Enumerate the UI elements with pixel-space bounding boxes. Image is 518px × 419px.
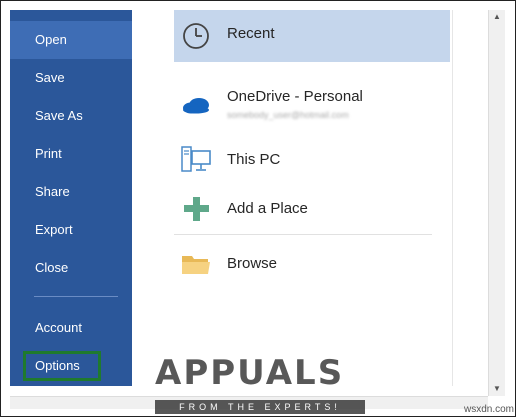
nav-account[interactable]: Account: [10, 309, 132, 347]
place-browse-label: Browse: [227, 255, 278, 272]
nav-share[interactable]: Share: [10, 173, 132, 211]
nav-export[interactable]: Export: [10, 211, 132, 249]
nav-close[interactable]: Close: [10, 249, 132, 287]
options-highlight-box: [23, 351, 101, 381]
clock-icon: [180, 20, 212, 52]
cloud-icon: [180, 88, 212, 120]
computer-icon: [180, 144, 212, 176]
appuals-watermark: APPUALS FROM THE EXPERTS!: [145, 345, 370, 415]
watermark-tagline: FROM THE EXPERTS!: [155, 400, 365, 414]
place-onedrive[interactable]: OneDrive - Personal somebody_user@hotmai…: [174, 80, 450, 130]
scroll-down-icon[interactable]: ▼: [489, 382, 505, 396]
place-add-a-place-label: Add a Place: [227, 200, 308, 217]
places-divider: [174, 234, 432, 235]
place-recent-label: Recent: [227, 25, 275, 42]
nav-print[interactable]: Print: [10, 135, 132, 173]
watermark-brand: APPUALS: [155, 353, 345, 393]
nav-open[interactable]: Open: [10, 21, 132, 59]
sidebar-divider: [34, 296, 118, 297]
scroll-up-icon[interactable]: ▲: [489, 10, 505, 24]
place-this-pc-label: This PC: [227, 151, 281, 168]
nav-save-as[interactable]: Save As: [10, 97, 132, 135]
place-onedrive-label: OneDrive - Personal: [227, 88, 363, 105]
nav-save[interactable]: Save: [10, 59, 132, 97]
recent-documents-strip: [452, 10, 491, 386]
site-label: wsxdn.com: [464, 404, 515, 415]
folder-icon: [180, 248, 212, 280]
place-this-pc[interactable]: This PC: [174, 140, 450, 180]
backstage-sidebar: Open Save Save As Print Share Export Clo…: [10, 10, 132, 386]
place-browse[interactable]: Browse: [174, 246, 450, 282]
places-panel: Recent OneDrive - Personal somebody_user…: [132, 10, 452, 386]
place-recent[interactable]: Recent: [174, 10, 450, 62]
place-onedrive-email: somebody_user@hotmail.com: [227, 110, 349, 120]
plus-icon: [180, 193, 212, 225]
vertical-scrollbar[interactable]: ▲ ▼: [488, 10, 505, 396]
place-add-a-place[interactable]: Add a Place: [174, 190, 450, 230]
